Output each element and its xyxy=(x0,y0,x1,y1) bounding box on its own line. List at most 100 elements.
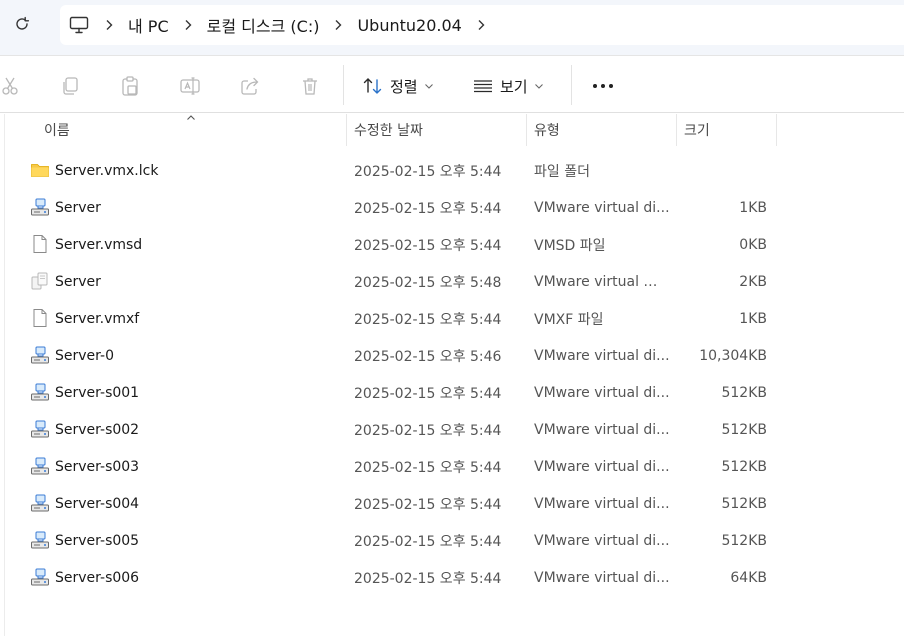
file-modified-date: 2025-02-15 오후 5:44 xyxy=(354,163,502,180)
breadcrumb-chevron-icon[interactable] xyxy=(177,19,199,31)
file-size: 2KB xyxy=(739,273,767,290)
file-row[interactable]: Server 2025-02-15 오후 5:44 VMware virtual d… xyxy=(0,189,904,226)
address-bar[interactable]: 내 PC 로컬 디스크 (C:) Ubuntu20.04 xyxy=(60,5,904,45)
sort-button[interactable]: 정렬 xyxy=(362,71,434,101)
copy-button[interactable] xyxy=(55,71,85,101)
folder-icon xyxy=(30,160,50,180)
vmware-disk-icon xyxy=(30,567,50,587)
share-button[interactable] xyxy=(235,71,265,101)
scissors-icon xyxy=(2,77,18,95)
view-label: 보기 xyxy=(500,77,528,96)
pc-icon-wrap[interactable] xyxy=(60,16,98,34)
file-modified-date: 2025-02-15 오후 5:44 xyxy=(354,570,502,587)
file-row[interactable]: Server-s003 2025-02-15 오후 5:44 VMware virt… xyxy=(0,448,904,485)
address-bar-area: 내 PC 로컬 디스크 (C:) Ubuntu20.04 xyxy=(0,0,904,56)
sort-ascending-icon xyxy=(187,115,195,120)
file-type-text: VMXF 파일 xyxy=(534,311,604,328)
breadcrumb-local-disk[interactable]: 로컬 디스크 (C:) xyxy=(199,13,328,37)
file-type: VMware virtual di... xyxy=(534,411,670,448)
file-type: VMXF 파일 xyxy=(534,300,670,337)
file-icon xyxy=(30,234,50,254)
file-row[interactable]: Server-s005 2025-02-15 오후 5:44 VMware virt… xyxy=(0,522,904,559)
breadcrumb-this-pc[interactable]: 내 PC xyxy=(120,13,177,37)
copy-icon xyxy=(63,77,78,95)
file-row[interactable]: Server-s001 2025-02-15 오후 5:44 VMware virt… xyxy=(0,374,904,411)
file-row[interactable]: Server.vmxf 2025-02-15 오후 5:44 VMXF 파일 1KB xyxy=(0,300,904,337)
file-type-text: VMSD 파일 xyxy=(534,237,606,254)
command-bar: 정렬 보기 xyxy=(0,57,904,113)
file-name: Server-s001 xyxy=(55,384,140,401)
file-row[interactable]: Server.vmx.lck 2025-02-15 오후 5:44 파일 폴더 xyxy=(0,152,904,189)
file-size: 10,304KB xyxy=(699,347,767,364)
breadcrumb-chevron-icon[interactable] xyxy=(470,19,492,31)
file-row[interactable]: Server-0 2025-02-15 오후 5:46 VMware virtual… xyxy=(0,337,904,374)
file-name: Server xyxy=(55,199,101,216)
column-header-type[interactable]: 유형 xyxy=(526,114,677,146)
file-icon xyxy=(30,308,50,328)
file-type: VMware virtual di... xyxy=(534,189,670,226)
view-button[interactable]: 보기 xyxy=(472,71,544,101)
file-size: 1KB xyxy=(739,310,767,327)
sort-label: 정렬 xyxy=(390,77,418,96)
file-name: Server-s002 xyxy=(55,421,140,438)
file-type-text: VMware virtual di... xyxy=(534,347,670,364)
delete-button[interactable] xyxy=(295,71,325,101)
file-size: 0KB xyxy=(739,236,767,253)
column-header-date-label: 수정한 날짜 xyxy=(354,123,423,139)
file-type-text: VMware virtual di... xyxy=(534,569,670,586)
file-modified-date: 2025-02-15 오후 5:44 xyxy=(354,385,502,402)
vmware-disk-icon xyxy=(30,456,50,476)
file-type-text: 파일 폴더 xyxy=(534,163,590,180)
toolbar-divider xyxy=(343,65,344,105)
file-size: 512KB xyxy=(721,384,767,401)
file-type-text: VMware virtual di... xyxy=(534,458,670,475)
chevron-down-icon xyxy=(534,84,543,89)
chevron-down-icon xyxy=(424,84,433,89)
file-modified-date: 2025-02-15 오후 5:46 xyxy=(354,348,502,365)
vmware-disk-icon xyxy=(30,345,50,365)
file-name: Server-0 xyxy=(55,347,114,364)
file-modified-date: 2025-02-15 오후 5:44 xyxy=(354,496,502,513)
file-row[interactable]: Server 2025-02-15 오후 5:48 VMware virtual m… xyxy=(0,263,904,300)
file-type: VMware virtual di... xyxy=(534,448,670,485)
clipboard-icon xyxy=(122,76,138,96)
file-row[interactable]: Server-s006 2025-02-15 오후 5:44 VMware virt… xyxy=(0,559,904,596)
file-modified-date: 2025-02-15 오후 5:44 xyxy=(354,311,502,328)
breadcrumb-chevron-icon[interactable] xyxy=(98,19,120,31)
file-name: Server-s003 xyxy=(55,458,140,475)
file-name: Server xyxy=(55,273,101,290)
list-view-icon xyxy=(474,80,492,93)
paste-button[interactable] xyxy=(115,71,145,101)
file-type-text: VMware virtual m... xyxy=(534,273,670,290)
file-type-text: VMware virtual di... xyxy=(534,384,670,401)
toolbar-divider xyxy=(571,65,572,105)
file-type: VMware virtual di... xyxy=(534,522,670,559)
vmware-disk-icon xyxy=(30,493,50,513)
cut-button[interactable] xyxy=(0,71,26,101)
sort-arrows-icon xyxy=(363,78,382,94)
column-header-size-label: 크기 xyxy=(684,123,710,139)
file-type-text: VMware virtual di... xyxy=(534,199,670,216)
column-header-date[interactable]: 수정한 날짜 xyxy=(346,114,527,146)
breadcrumb-chevron-icon[interactable] xyxy=(327,19,349,31)
file-type: VMware virtual m... xyxy=(534,263,670,300)
file-name: Server.vmsd xyxy=(55,236,143,253)
vmware-disk-icon xyxy=(30,197,50,217)
file-size: 512KB xyxy=(721,421,767,438)
column-header-size[interactable]: 크기 xyxy=(676,114,777,146)
file-row[interactable]: Server-s002 2025-02-15 오후 5:44 VMware virt… xyxy=(0,411,904,448)
file-modified-date: 2025-02-15 오후 5:44 xyxy=(354,200,502,217)
file-name: Server-s006 xyxy=(55,569,140,586)
file-type: VMware virtual di... xyxy=(534,485,670,522)
file-row[interactable]: Server-s004 2025-02-15 오후 5:44 VMware virt… xyxy=(0,485,904,522)
file-name: Server-s004 xyxy=(55,495,140,512)
file-type: 파일 폴더 xyxy=(534,152,670,189)
refresh-button[interactable] xyxy=(8,10,36,38)
rename-button[interactable] xyxy=(175,71,205,101)
more-options-button[interactable] xyxy=(590,71,616,101)
column-header-row: 이름 수정한 날짜 유형 크기 xyxy=(0,114,904,146)
breadcrumb-current-folder[interactable]: Ubuntu20.04 xyxy=(349,16,469,35)
file-row[interactable]: Server.vmsd 2025-02-15 오후 5:44 VMSD 파일 0KB xyxy=(0,226,904,263)
file-size: 1KB xyxy=(739,199,767,216)
file-name: Server.vmxf xyxy=(55,310,140,327)
